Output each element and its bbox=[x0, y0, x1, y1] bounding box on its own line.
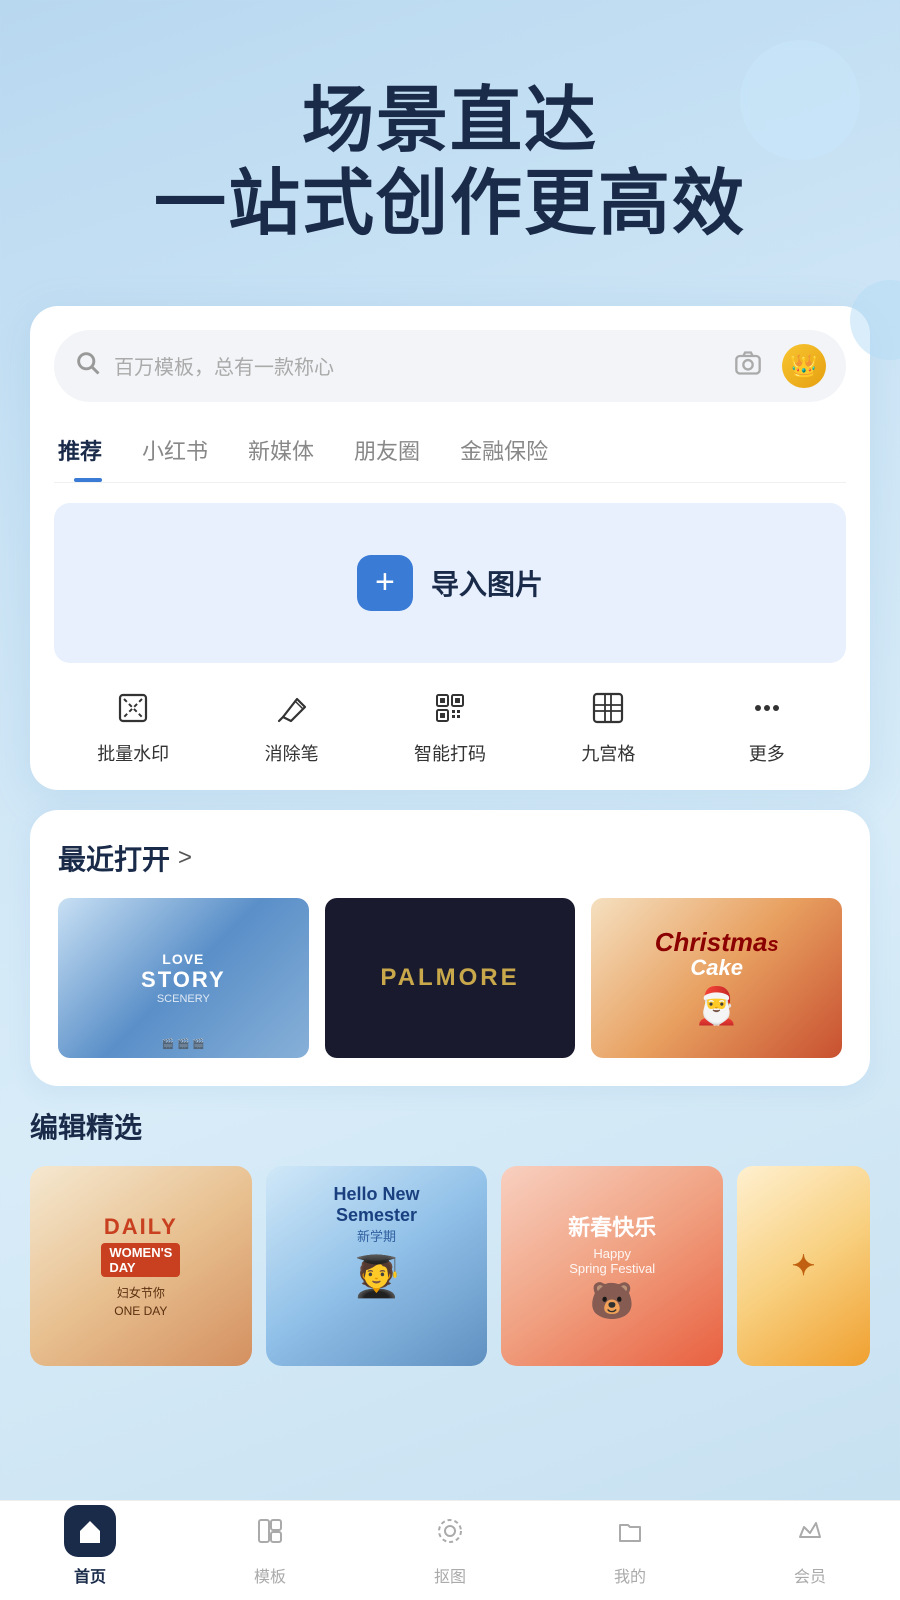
editor-item-daily[interactable]: DAILY WOMEN'SDAY 妇女节你 ONE DAY bbox=[30, 1166, 252, 1366]
recent-title: 最近打开 bbox=[58, 838, 170, 878]
recent-item-christmas[interactable]: Christmas Cake 🎅 bbox=[591, 898, 842, 1058]
recent-arrow[interactable]: > bbox=[178, 844, 192, 872]
nav-home-label: 首页 bbox=[74, 1563, 106, 1587]
grid9-icon bbox=[591, 691, 625, 730]
tools-row: 批量水印 消除笔 bbox=[54, 683, 846, 770]
template-icon bbox=[244, 1505, 296, 1557]
tab-new-media[interactable]: 新媒体 bbox=[228, 426, 334, 478]
recent-header: 最近打开 > bbox=[58, 838, 842, 878]
tool-9grid[interactable]: 九宫格 bbox=[563, 691, 653, 766]
tool-label-watermark: 批量水印 bbox=[97, 740, 169, 766]
editor-item-spring-festival[interactable]: 新春快乐 HappySpring Festival 🐻 bbox=[501, 1166, 723, 1366]
tool-eraser[interactable]: 消除笔 bbox=[247, 691, 337, 766]
tool-more[interactable]: 更多 bbox=[722, 691, 812, 766]
nav-cutout[interactable]: 抠图 bbox=[395, 1505, 505, 1587]
nav-template[interactable]: 模板 bbox=[215, 1505, 325, 1587]
nav-cutout-label: 抠图 bbox=[434, 1563, 466, 1587]
editor-item-hello-semester[interactable]: Hello NewSemester 新学期 🧑‍🎓 bbox=[266, 1166, 488, 1366]
main-card: 百万模板，总有一款称心 👑 推荐 小红书 新媒体 朋友圈 金融保险 + 导入图片 bbox=[30, 306, 870, 790]
tool-batch-watermark[interactable]: 批量水印 bbox=[88, 691, 178, 766]
tool-label-eraser: 消除笔 bbox=[265, 740, 319, 766]
tool-label-more: 更多 bbox=[749, 740, 785, 766]
tab-xiaohongshu[interactable]: 小红书 bbox=[122, 426, 228, 478]
nav-vip[interactable]: 会员 bbox=[755, 1505, 865, 1587]
tab-moments[interactable]: 朋友圈 bbox=[334, 426, 440, 478]
hero-title: 场景直达 一站式创作更高效 bbox=[60, 80, 840, 246]
nav-myfiles-label: 我的 bbox=[614, 1563, 646, 1587]
deco-circle bbox=[740, 40, 860, 160]
search-bar[interactable]: 百万模板，总有一款称心 👑 bbox=[54, 330, 846, 402]
editor-picks-section: 编辑精选 DAILY WOMEN'SDAY 妇女节你 ONE DAY Hello… bbox=[30, 1106, 870, 1366]
editor-picks-grid: DAILY WOMEN'SDAY 妇女节你 ONE DAY Hello NewS… bbox=[30, 1166, 870, 1366]
more-icon bbox=[750, 691, 784, 730]
recent-images-row: LOVE STORY SCENERY 🎬 🎬 🎬 PALMORE Christm… bbox=[58, 898, 842, 1058]
camera-icon[interactable] bbox=[734, 349, 762, 383]
search-icon bbox=[74, 349, 102, 383]
tabs-row: 推荐 小红书 新媒体 朋友圈 金融保险 bbox=[54, 426, 846, 483]
tool-label-9grid: 九宫格 bbox=[581, 740, 635, 766]
import-image-area[interactable]: + 导入图片 bbox=[54, 503, 846, 663]
watermark-icon bbox=[116, 691, 150, 730]
nav-myfiles[interactable]: 我的 bbox=[575, 1505, 685, 1587]
nav-home[interactable]: 首页 bbox=[35, 1505, 145, 1587]
nav-vip-label: 会员 bbox=[794, 1563, 826, 1587]
recent-item-love-story[interactable]: LOVE STORY SCENERY 🎬 🎬 🎬 bbox=[58, 898, 309, 1058]
tool-qrcode[interactable]: 智能打码 bbox=[405, 691, 495, 766]
cutout-icon bbox=[424, 1505, 476, 1557]
myfiles-icon bbox=[604, 1505, 656, 1557]
home-icon bbox=[64, 1505, 116, 1557]
editor-picks-title: 编辑精选 bbox=[30, 1106, 870, 1146]
tab-finance[interactable]: 金融保险 bbox=[440, 426, 568, 478]
recent-item-palmore[interactable]: PALMORE bbox=[325, 898, 576, 1058]
recent-section: 最近打开 > LOVE STORY SCENERY 🎬 🎬 🎬 PALMORE … bbox=[30, 810, 870, 1086]
import-plus-icon: + bbox=[357, 555, 413, 611]
editor-item-partial[interactable]: ✦ bbox=[737, 1166, 870, 1366]
import-label: 导入图片 bbox=[431, 563, 543, 603]
qrcode-icon bbox=[433, 691, 467, 730]
eraser-icon bbox=[275, 691, 309, 730]
search-placeholder-text: 百万模板，总有一款称心 bbox=[114, 351, 722, 380]
vip-crown-badge[interactable]: 👑 bbox=[782, 344, 826, 388]
tool-label-qrcode: 智能打码 bbox=[414, 740, 486, 766]
vip-icon bbox=[784, 1505, 836, 1557]
tab-recommended[interactable]: 推荐 bbox=[54, 426, 122, 478]
nav-template-label: 模板 bbox=[254, 1563, 286, 1587]
bottom-nav: 首页 模板 抠图 我的 bbox=[0, 1500, 900, 1600]
